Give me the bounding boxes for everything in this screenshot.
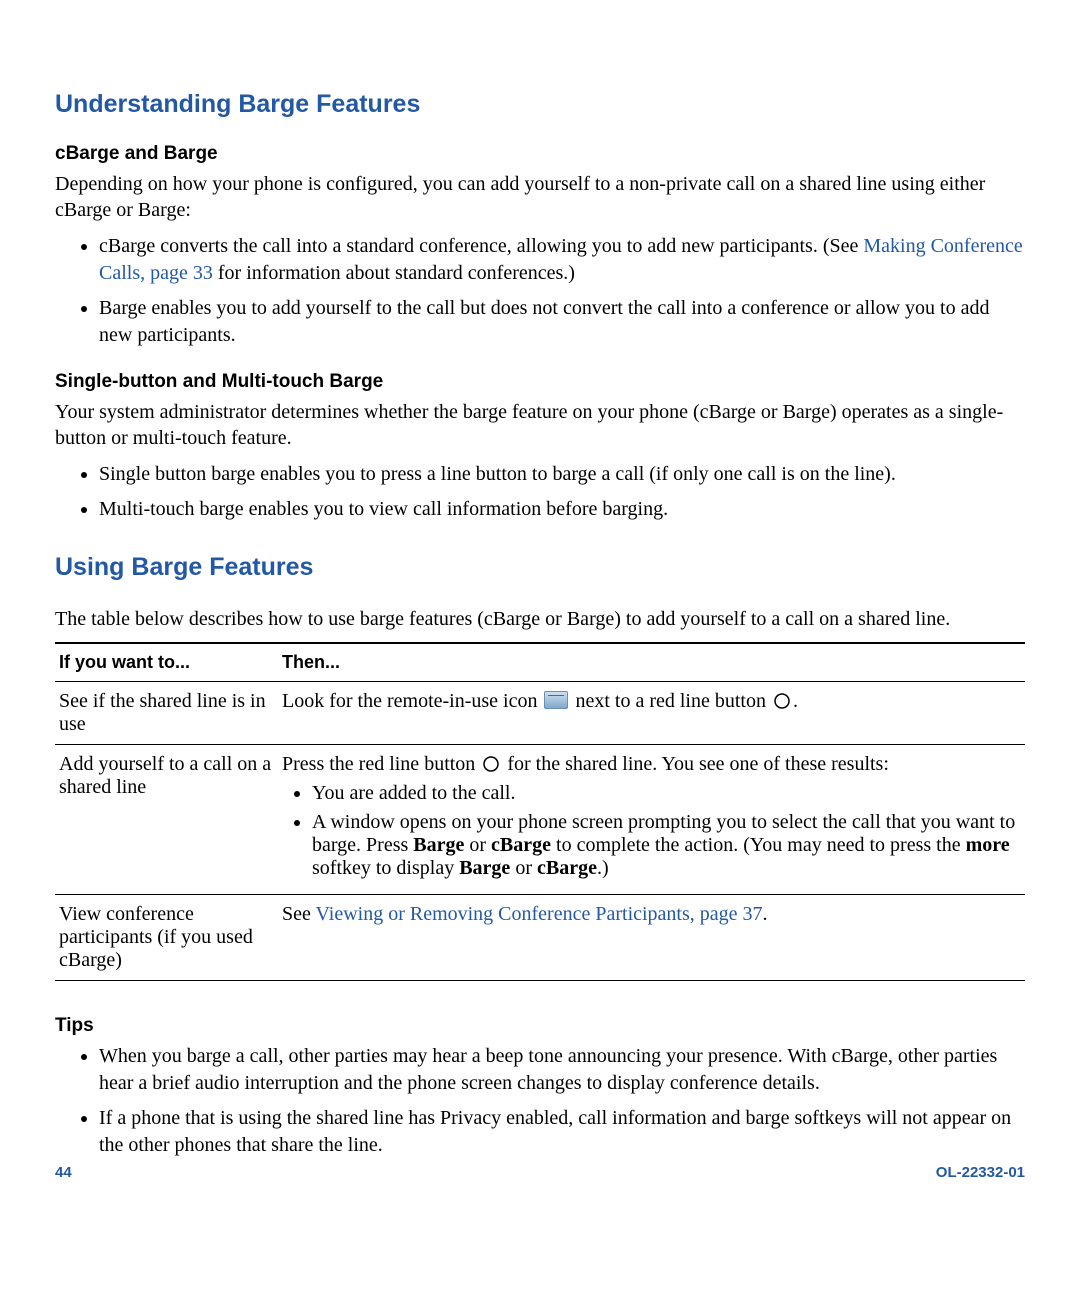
paragraph: The table below describes how to use bar… [55, 606, 1025, 632]
list-item: cBarge converts the call into a standard… [99, 233, 1025, 287]
page-footer: 44 OL-22332-01 [55, 1164, 1025, 1181]
line-button-icon [482, 755, 500, 773]
paragraph: Your system administrator determines whe… [55, 399, 1025, 451]
table-cell: View conference participants (if you use… [55, 895, 278, 981]
bullet-list: You are added to the call. A window open… [282, 782, 1021, 880]
cell-text: . [793, 690, 798, 712]
table-row: Add yourself to a call on a shared line … [55, 745, 1025, 895]
list-item: If a phone that is using the shared line… [99, 1105, 1025, 1159]
table-cell: See if the shared line is in use [55, 682, 278, 745]
bold-text: Barge [413, 834, 464, 856]
cell-text: . [763, 903, 768, 925]
table-header-row: If you want to... Then... [55, 643, 1025, 682]
cell-text: Look for the remote-in-use icon [282, 690, 542, 712]
bold-text: Barge [459, 857, 510, 879]
link-viewing-removing-participants[interactable]: Viewing or Removing Conference Participa… [316, 903, 763, 925]
barge-features-table: If you want to... Then... See if the sha… [55, 642, 1025, 981]
list-item: A window opens on your phone screen prom… [312, 811, 1021, 880]
list-text: for information about standard conferenc… [213, 262, 575, 284]
subheading-cbarge-barge: cBarge and Barge [55, 143, 1025, 165]
list-text: to complete the action. (You may need to… [551, 834, 966, 856]
list-text: softkey to display [312, 857, 459, 879]
line-button-icon [773, 692, 791, 710]
cell-text: for the shared line. You see one of thes… [507, 753, 889, 775]
section-heading-using: Using Barge Features [55, 553, 1025, 582]
list-text: cBarge converts the call into a standard… [99, 235, 863, 257]
table-header: If you want to... [55, 643, 278, 682]
table-header: Then... [278, 643, 1025, 682]
list-item: When you barge a call, other parties may… [99, 1043, 1025, 1097]
bold-text: more [966, 834, 1010, 856]
list-item: Multi-touch barge enables you to view ca… [99, 496, 1025, 523]
list-item: Single button barge enables you to press… [99, 461, 1025, 488]
cell-text: next to a red line button [575, 690, 771, 712]
list-item: Barge enables you to add yourself to the… [99, 295, 1025, 349]
subheading-single-multi: Single-button and Multi-touch Barge [55, 371, 1025, 393]
table-row: See if the shared line is in use Look fo… [55, 682, 1025, 745]
list-text: or [464, 834, 491, 856]
section-heading-understanding: Understanding Barge Features [55, 90, 1025, 119]
table-row: View conference participants (if you use… [55, 895, 1025, 981]
table-cell: Press the red line button for the shared… [278, 745, 1025, 895]
cell-text: Press the red line button [282, 753, 480, 775]
remote-in-use-icon [544, 691, 568, 709]
table-cell: Look for the remote-in-use icon next to … [278, 682, 1025, 745]
list-text: or [510, 857, 537, 879]
document-page: Understanding Barge Features cBarge and … [0, 0, 1080, 1311]
paragraph: Depending on how your phone is configure… [55, 171, 1025, 223]
bold-text: cBarge [491, 834, 551, 856]
bold-text: cBarge [537, 857, 597, 879]
table-cell: Add yourself to a call on a shared line [55, 745, 278, 895]
cell-text: See [282, 903, 316, 925]
subheading-tips: Tips [55, 1015, 1025, 1037]
doc-id: OL-22332-01 [936, 1164, 1025, 1181]
table-cell: See Viewing or Removing Conference Parti… [278, 895, 1025, 981]
list-text: .) [597, 857, 609, 879]
page-number: 44 [55, 1164, 72, 1181]
bullet-list: When you barge a call, other parties may… [55, 1043, 1025, 1159]
bullet-list: cBarge converts the call into a standard… [55, 233, 1025, 349]
bullet-list: Single button barge enables you to press… [55, 461, 1025, 523]
list-item: You are added to the call. [312, 782, 1021, 805]
